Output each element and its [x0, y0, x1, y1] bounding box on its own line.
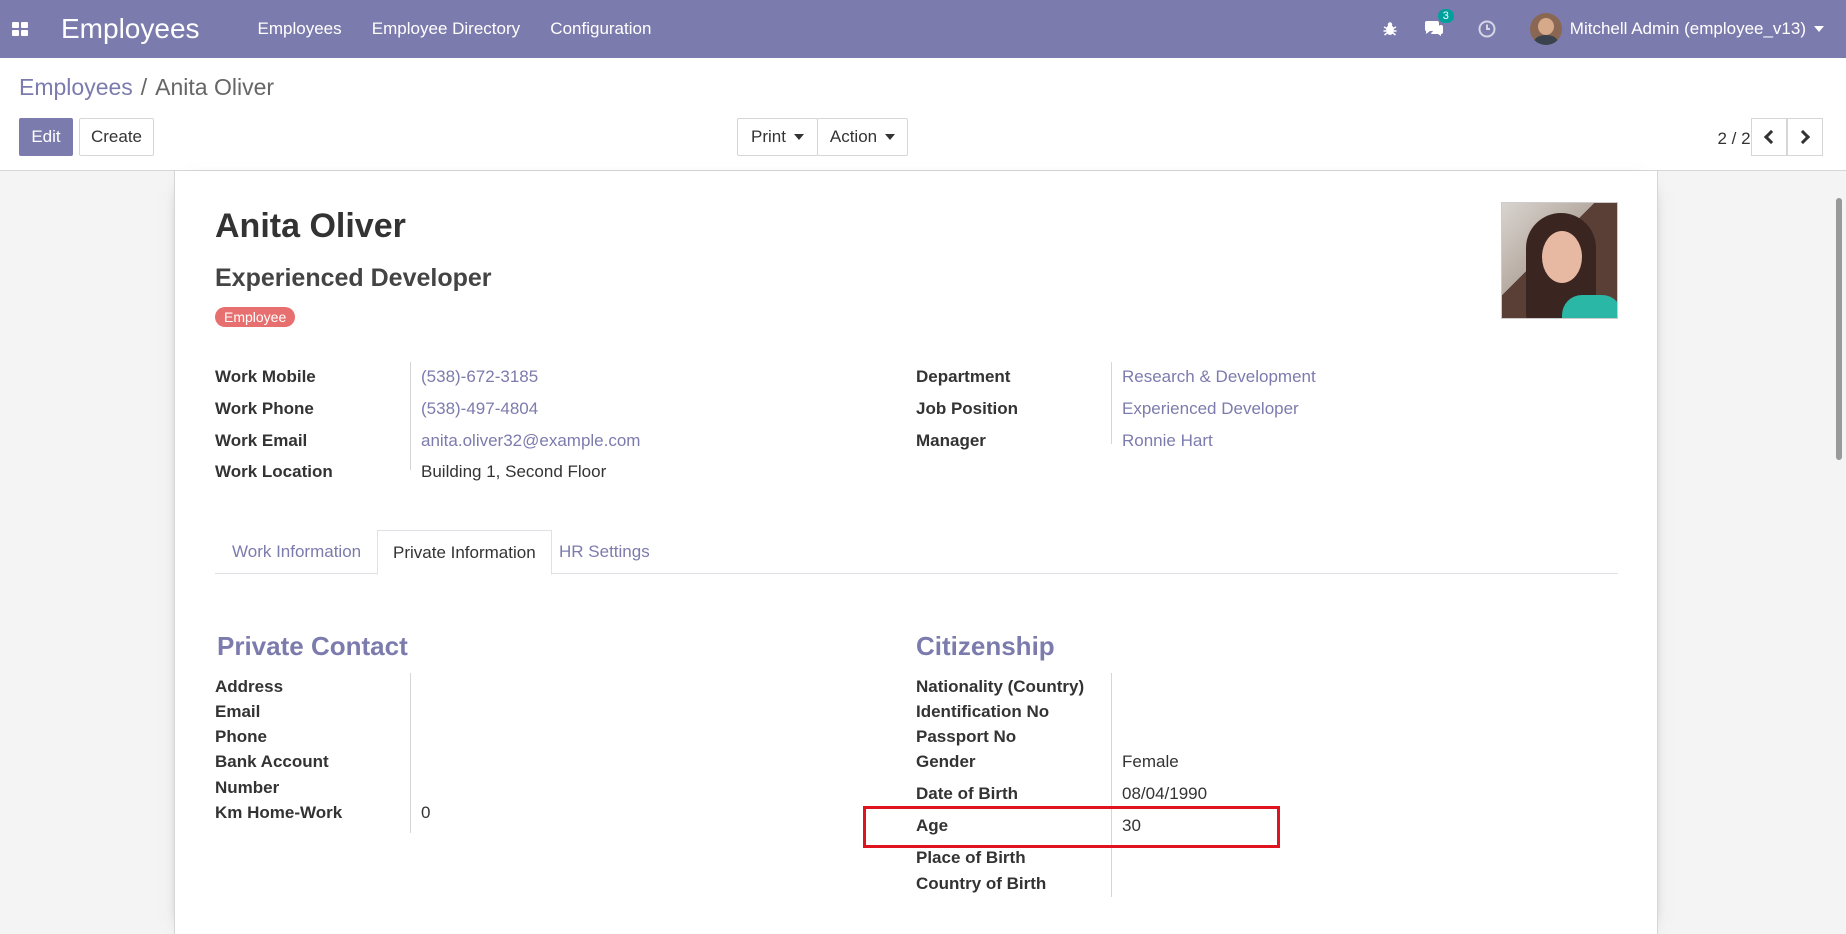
- label-identification-no: Identification No: [916, 702, 1050, 721]
- print-label: Print: [751, 127, 786, 146]
- control-panel: Employees / Anita Oliver Edit Create Print…: [0, 58, 1846, 171]
- print-caret-icon: [793, 134, 804, 140]
- activity-clock-icon[interactable]: [1478, 20, 1496, 38]
- label-nationality: Nationality (Country): [916, 677, 1085, 696]
- age-highlight-box: [863, 806, 1280, 848]
- notebook-tabs: Work Information Private Information HR …: [215, 530, 1618, 575]
- value-date-of-birth: 08/04/1990: [1122, 784, 1208, 803]
- label-private-phone: Phone: [215, 727, 267, 746]
- chevron-right-icon: [1795, 129, 1811, 145]
- breadcrumb-separator: /: [140, 74, 148, 100]
- breadcrumb-current: Anita Oliver: [155, 74, 275, 100]
- action-dropdown[interactable]: Action: [817, 118, 908, 156]
- action-caret-icon: [885, 134, 896, 140]
- label-date-of-birth: Date of Birth: [916, 784, 1018, 803]
- label-km-home-work: Km Home-Work: [215, 803, 343, 822]
- value-work-location: Building 1, Second Floor: [421, 462, 607, 481]
- citizenship-title: Citizenship: [916, 631, 1055, 661]
- tab-private-information[interactable]: Private Information: [377, 530, 552, 575]
- messages-icon[interactable]: 3: [1424, 9, 1454, 37]
- label-country-of-birth: Country of Birth: [916, 874, 1047, 893]
- label-job-position: Job Position: [916, 399, 1018, 418]
- value-job-position[interactable]: Experienced Developer: [1122, 399, 1299, 419]
- value-km-home-work: 0: [421, 803, 431, 822]
- label-private-email: Email: [215, 702, 261, 721]
- menu-configuration[interactable]: Configuration: [550, 19, 651, 38]
- private-contact-title: Private Contact: [217, 631, 408, 661]
- label-work-location: Work Location: [215, 462, 333, 481]
- value-manager[interactable]: Ronnie Hart: [1122, 431, 1213, 451]
- user-avatar: [1529, 13, 1562, 45]
- user-menu[interactable]: Mitchell Admin (employee_v13): [1529, 13, 1824, 45]
- value-work-email[interactable]: anita.oliver32@example.com: [421, 431, 640, 451]
- action-label: Action: [829, 127, 878, 146]
- print-dropdown[interactable]: Print: [737, 118, 818, 156]
- label-gender: Gender: [916, 752, 976, 771]
- navbar-right: 3 Mitchell Admin (employee_v13): [1382, 0, 1846, 58]
- label-place-of-birth: Place of Birth: [916, 848, 1026, 867]
- apps-menu-icon[interactable]: [0, 0, 40, 58]
- field-divider: [410, 673, 411, 833]
- breadcrumb: Employees / Anita Oliver: [19, 74, 274, 101]
- field-divider: [410, 362, 411, 470]
- label-work-mobile: Work Mobile: [215, 367, 316, 386]
- pager-next-button[interactable]: [1787, 118, 1823, 156]
- value-gender: Female: [1122, 752, 1179, 771]
- employee-job-title: Experienced Developer: [215, 264, 492, 292]
- breadcrumb-employees[interactable]: Employees: [19, 74, 133, 100]
- field-divider: [1111, 362, 1112, 444]
- label-passport-no: Passport No: [916, 727, 1017, 746]
- employee-tag: Employee: [215, 307, 296, 327]
- employee-photo[interactable]: [1501, 202, 1618, 319]
- label-bank-account: Bank Account: [215, 752, 329, 771]
- app-brand[interactable]: Employees: [61, 13, 200, 45]
- value-department[interactable]: Research & Development: [1122, 367, 1316, 387]
- tab-work-information[interactable]: Work Information: [232, 530, 361, 574]
- field-divider: [1111, 673, 1112, 897]
- user-caret-icon: [1814, 26, 1824, 32]
- employee-name: Anita Oliver: [215, 207, 406, 245]
- page-scrollbar[interactable]: [1836, 198, 1842, 460]
- pager-previous-button[interactable]: [1751, 118, 1787, 156]
- main-menu: Employees Employee Directory Configurati…: [258, 19, 678, 39]
- tab-hr-settings[interactable]: HR Settings: [559, 530, 650, 574]
- chevron-left-icon: [1763, 129, 1779, 145]
- label-department: Department: [916, 367, 1011, 386]
- label-work-phone: Work Phone: [215, 399, 314, 418]
- label-address: Address: [215, 677, 284, 696]
- top-navbar: Employees Employees Employee Directory C…: [0, 0, 1846, 58]
- messages-count-badge: 3: [1437, 9, 1454, 23]
- menu-employee-directory[interactable]: Employee Directory: [372, 19, 520, 38]
- menu-employees[interactable]: Employees: [258, 19, 342, 38]
- edit-button[interactable]: Edit: [19, 118, 73, 156]
- value-work-mobile[interactable]: (538)-672-3185: [421, 367, 538, 387]
- user-name: Mitchell Admin (employee_v13): [1569, 19, 1806, 38]
- form-sheet: Anita Oliver Experienced Developer Emplo…: [174, 171, 1658, 934]
- label-bank-account-number: Number: [215, 778, 280, 797]
- label-manager: Manager: [916, 431, 986, 450]
- debug-bug-icon[interactable]: [1382, 21, 1398, 37]
- create-button[interactable]: Create: [79, 118, 154, 156]
- label-work-email: Work Email: [215, 431, 308, 450]
- value-work-phone[interactable]: (538)-497-4804: [421, 399, 538, 419]
